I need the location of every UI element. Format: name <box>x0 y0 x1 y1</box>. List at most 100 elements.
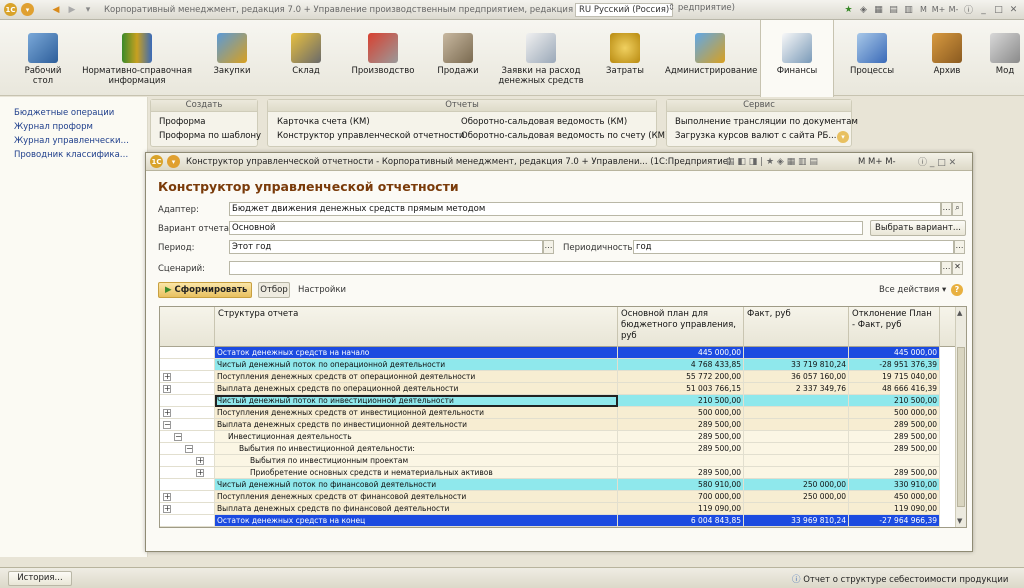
cell-dev[interactable]: 445 000,00 <box>849 347 940 359</box>
variant-field[interactable]: Основной <box>229 221 863 235</box>
expand-icon[interactable]: + <box>196 469 204 477</box>
cell-name[interactable]: Выплата денежных средств по операционной… <box>215 383 618 395</box>
mem-plus-icon[interactable]: M+ <box>932 3 946 16</box>
scenario-select-button[interactable]: … <box>941 261 952 275</box>
section-requests[interactable]: Заявки на расход денежных средств <box>496 20 586 96</box>
collapse-icon[interactable]: − <box>174 433 182 441</box>
periodicity-field[interactable]: год <box>633 240 954 254</box>
header-plan[interactable]: Основной план для бюджетного управления,… <box>618 307 744 347</box>
cell-dev[interactable]: 289 500,00 <box>849 467 940 479</box>
scroll-down-icon[interactable]: ▼ <box>957 517 962 525</box>
period-select-button[interactable]: … <box>543 240 554 254</box>
language-indicator[interactable]: RU Русский (Россия) <box>575 3 674 17</box>
table-row[interactable]: Чистый денежный поток по инвестиционной … <box>160 395 956 407</box>
cell-fact[interactable]: 250 000,00 <box>744 479 849 491</box>
favorites-icon[interactable]: ★ <box>842 3 855 16</box>
link-translation[interactable]: Выполнение трансляции по документам <box>675 117 858 127</box>
mem-m-icon[interactable]: M <box>917 3 930 16</box>
choose-variant-button[interactable]: Выбрать вариант... <box>870 220 966 236</box>
cell-name[interactable]: Поступления денежных средств от финансов… <box>215 491 618 503</box>
section-reference[interactable]: Нормативно-справочная информация <box>82 20 192 96</box>
cell-fact[interactable]: 250 000,00 <box>744 491 849 503</box>
table-row[interactable]: − Выбытия по инвестиционной деятельности:… <box>160 443 956 455</box>
cell-fact[interactable] <box>744 419 849 431</box>
cell-dev[interactable]: 210 500,00 <box>849 395 940 407</box>
help-icon[interactable]: ? <box>951 284 963 296</box>
cell-fact[interactable]: 2 337 349,76 <box>744 383 849 395</box>
link-load-rates[interactable]: Загрузка курсов валют с сайта РБ... <box>675 131 836 141</box>
1c-logo-icon[interactable]: 1C <box>150 155 163 168</box>
nav-link-classifier-explorer[interactable]: Проводник классификато... <box>0 148 132 162</box>
header-structure[interactable]: Структура отчета <box>215 307 618 347</box>
link-account-card[interactable]: Карточка счета (КМ) <box>277 117 370 127</box>
link-trial-balance-account[interactable]: Оборотно-сальдовая ведомость по счету (К… <box>461 131 668 141</box>
menu-dropdown-icon[interactable]: ▾ <box>21 3 34 16</box>
settings-button[interactable]: Настройки <box>298 285 346 295</box>
section-costs[interactable]: Затраты <box>595 20 655 96</box>
adapter-field[interactable]: Бюджет движения денежных средств прямым … <box>229 202 941 216</box>
expand-icon[interactable]: + <box>163 409 171 417</box>
cell-dev[interactable]: 330 910,00 <box>849 479 940 491</box>
cell-plan[interactable]: 289 500,00 <box>618 431 744 443</box>
close-icon[interactable]: ✕ <box>1007 3 1020 16</box>
cell-fact[interactable] <box>744 395 849 407</box>
cell-plan[interactable]: 51 003 766,15 <box>618 383 744 395</box>
cell-plan[interactable] <box>618 455 744 467</box>
cell-dev[interactable]: 19 715 040,00 <box>849 371 940 383</box>
table-row[interactable]: + Выплата денежных средств по финансовой … <box>160 503 956 515</box>
cell-plan[interactable]: 4 768 433,85 <box>618 359 744 371</box>
cell-fact[interactable] <box>744 407 849 419</box>
table-row[interactable]: + Выплата денежных средств по операционно… <box>160 383 956 395</box>
expand-icon[interactable]: + <box>163 493 171 501</box>
section-modules[interactable]: Мод <box>986 20 1024 96</box>
search-icon[interactable]: ⌕ <box>952 202 963 216</box>
link-proforma-template[interactable]: Проформа по шаблону <box>159 131 261 141</box>
cell-name[interactable]: Остаток денежных средств на конец <box>215 515 618 527</box>
table-row[interactable]: Чистый денежный поток по операционной де… <box>160 359 956 371</box>
cell-dev[interactable]: 450 000,00 <box>849 491 940 503</box>
cell-plan[interactable]: 500 000,00 <box>618 407 744 419</box>
clipboard-icon[interactable]: ▥ <box>902 3 915 16</box>
cell-plan[interactable]: 119 090,00 <box>618 503 744 515</box>
cell-dev[interactable]: 48 666 416,39 <box>849 383 940 395</box>
status-message[interactable]: ⓘ Отчет о структуре себестоимости продук… <box>792 573 1008 585</box>
collapse-icon[interactable]: − <box>185 445 193 453</box>
menu-dropdown-icon[interactable]: ▾ <box>167 155 180 168</box>
vertical-scrollbar[interactable]: ▲ ▼ <box>955 307 966 527</box>
periodicity-select-button[interactable]: … <box>954 240 965 254</box>
cell-plan[interactable]: 55 772 200,00 <box>618 371 744 383</box>
collapse-icon[interactable]: − <box>163 421 171 429</box>
info-icon[interactable]: ⓘ <box>962 3 975 16</box>
history-button[interactable]: История... <box>8 571 72 586</box>
cell-dev[interactable]: 500 000,00 <box>849 407 940 419</box>
cell-name[interactable]: Чистый денежный поток по финансовой деят… <box>215 479 618 491</box>
cell-plan[interactable]: 6 004 843,85 <box>618 515 744 527</box>
section-warehouse[interactable]: Склад <box>276 20 336 96</box>
cell-plan[interactable]: 210 500,00 <box>618 395 744 407</box>
mem-minus-icon[interactable]: M- <box>947 3 960 16</box>
table-row[interactable]: − Выплата денежных средств по инвестицион… <box>160 419 956 431</box>
header-fact[interactable]: Факт, руб <box>744 307 849 347</box>
calculator-icon[interactable]: ▤ <box>887 3 900 16</box>
table-row[interactable]: + Поступления денежных средств от инвести… <box>160 407 956 419</box>
expand-chevron-icon[interactable]: ▾ <box>837 131 849 143</box>
table-row[interactable]: Остаток денежных средств на конец 6 004 8… <box>160 515 956 527</box>
maximize-icon[interactable]: □ <box>992 3 1005 16</box>
table-row[interactable]: + Приобретение основных средств и нематер… <box>160 467 956 479</box>
cell-plan[interactable]: 289 500,00 <box>618 443 744 455</box>
cell-fact[interactable]: 33 969 810,24 <box>744 515 849 527</box>
minimize-icon[interactable]: _ <box>977 3 990 16</box>
cell-plan[interactable]: 289 500,00 <box>618 419 744 431</box>
expand-icon[interactable]: + <box>163 373 171 381</box>
table-row[interactable]: Чистый денежный поток по финансовой деят… <box>160 479 956 491</box>
expand-icon[interactable]: + <box>163 505 171 513</box>
header-deviation[interactable]: Отклонение План - Факт, руб <box>849 307 940 347</box>
clear-icon[interactable]: ✕ <box>952 261 963 275</box>
section-processes[interactable]: Процессы <box>842 20 902 96</box>
cell-plan[interactable]: 700 000,00 <box>618 491 744 503</box>
scenario-field[interactable] <box>229 261 941 275</box>
cell-dev[interactable]: 289 500,00 <box>849 431 940 443</box>
back-arrow-icon[interactable]: ◀ <box>48 3 64 17</box>
cell-plan[interactable]: 445 000,00 <box>618 347 744 359</box>
cell-fact[interactable] <box>744 443 849 455</box>
